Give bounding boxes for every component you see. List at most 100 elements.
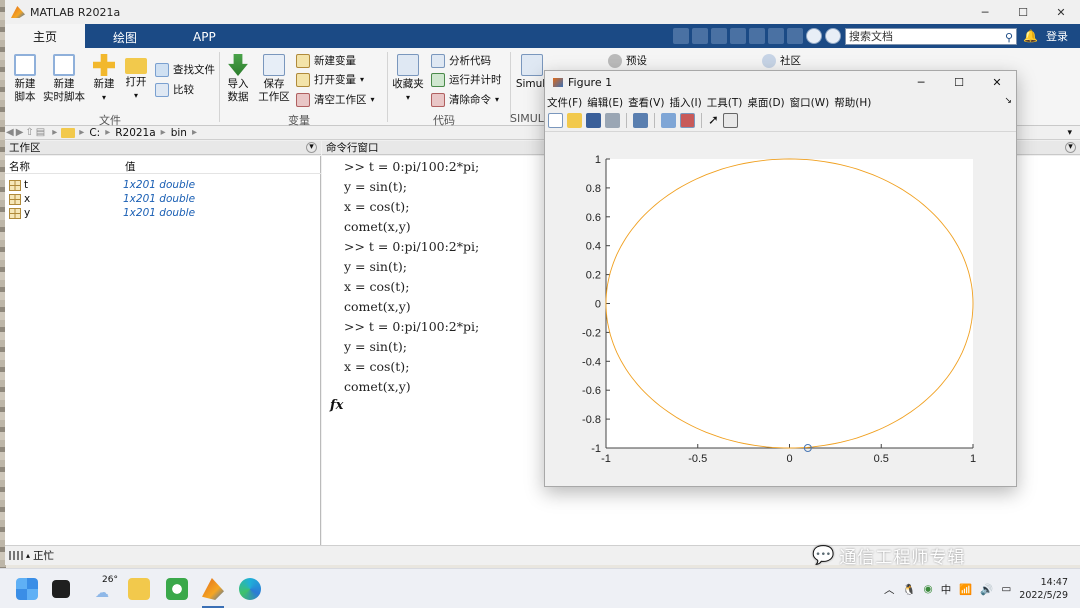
cut-icon[interactable]	[692, 28, 709, 44]
legend-icon[interactable]	[680, 113, 695, 128]
function-browser-icon[interactable]: fx	[330, 398, 343, 413]
close-button[interactable]: ✕	[1042, 0, 1080, 24]
panel-menu-icon[interactable]: ▾	[1065, 142, 1076, 153]
file-explorer-icon[interactable]	[128, 578, 150, 600]
undo-icon[interactable]	[749, 28, 766, 44]
property-editor-icon[interactable]	[722, 113, 738, 128]
task-view-icon[interactable]	[52, 580, 70, 598]
new-script-button[interactable]: 新建 脚本	[9, 54, 41, 104]
community-button[interactable]: 社区	[762, 53, 801, 68]
folder-icon	[61, 127, 76, 138]
simulink-icon	[521, 54, 543, 76]
forward-arrow-icon[interactable]: ▶	[16, 127, 24, 138]
colorbar-icon[interactable]	[661, 113, 676, 128]
save-workspace-button[interactable]: 保存 工作区	[257, 54, 291, 104]
clear-workspace-button[interactable]: 清空工作区 ▾	[296, 92, 375, 107]
compare-icon	[155, 82, 169, 97]
redo-icon[interactable]	[768, 28, 785, 44]
new-variable-button[interactable]: 新建变量	[296, 53, 356, 68]
browse-folder-icon[interactable]: ▤	[36, 127, 45, 138]
panel-menu-icon[interactable]: ▾	[306, 142, 317, 153]
open-file-icon[interactable]	[567, 113, 582, 128]
workspace-row[interactable]: t 1x201 double	[5, 178, 321, 192]
weather-widget[interactable]: 26° ☁	[88, 575, 118, 601]
command-line: y = sin(t);	[344, 339, 407, 354]
link-plot-icon[interactable]	[633, 113, 648, 128]
minimize-button[interactable]: ─	[966, 0, 1004, 24]
command-line: >> t = 0:pi/100:2*pi;	[344, 159, 480, 174]
menu-tools[interactable]: 工具(T)	[707, 95, 743, 110]
x-tick-label: -0.5	[688, 453, 707, 465]
security-app-icon[interactable]: ◉	[924, 583, 933, 595]
ime-indicator[interactable]: 中	[941, 582, 952, 597]
menu-view[interactable]: 查看(V)	[628, 95, 664, 110]
volume-icon[interactable]: 🔊	[980, 583, 993, 596]
menu-insert[interactable]: 插入(I)	[669, 95, 701, 110]
find-files-button[interactable]: 查找文件	[155, 62, 215, 77]
run-and-time-icon	[431, 72, 445, 87]
tab-apps[interactable]: APP	[165, 26, 244, 48]
command-line: x = cos(t);	[344, 359, 410, 374]
new-button[interactable]: 新建 ▾	[91, 54, 117, 104]
expand-icon[interactable]	[825, 28, 842, 44]
battery-icon[interactable]: ▭	[1001, 583, 1011, 595]
print-icon[interactable]	[605, 113, 620, 128]
figure-maximize-button[interactable]: ☐	[940, 71, 978, 93]
path-segment[interactable]: C:	[89, 127, 100, 139]
clock[interactable]: 14:47 2022/5/29	[1019, 576, 1068, 602]
favorites-button[interactable]: 收藏夹 ▾	[391, 54, 425, 104]
menu-desktop[interactable]: 桌面(D)	[747, 95, 784, 110]
save-icon[interactable]	[673, 28, 690, 44]
menu-edit[interactable]: 编辑(E)	[587, 95, 623, 110]
maximize-button[interactable]: ☐	[1004, 0, 1042, 24]
run-and-time-button[interactable]: 运行并计时	[431, 72, 502, 87]
workspace-row[interactable]: x 1x201 double	[5, 192, 321, 206]
ie-browser-icon[interactable]	[166, 578, 188, 600]
switch-windows-icon[interactable]	[787, 28, 804, 44]
compare-button[interactable]: 比较	[155, 82, 194, 97]
edge-browser-icon[interactable]	[239, 578, 261, 600]
show-hidden-icons-chevron-icon[interactable]: ︿	[884, 582, 895, 597]
dock-arrow-icon[interactable]: ↘	[1004, 96, 1012, 106]
notification-bell-icon[interactable]: 🔔	[1023, 29, 1038, 43]
command-history: >> t = 0:pi/100:2*pi; y = sin(t); x = co…	[344, 157, 479, 397]
column-value[interactable]: 值	[123, 159, 136, 174]
login-link[interactable]: 登录	[1046, 28, 1068, 44]
open-variable-button[interactable]: 打开变量 ▾	[296, 72, 364, 87]
search-docs-input[interactable]: 搜索文档 ⚲	[845, 27, 1018, 45]
wifi-icon[interactable]: 📶	[959, 583, 972, 596]
up-folder-icon[interactable]: ⇧	[25, 127, 33, 138]
new-live-script-button[interactable]: 新建 实时脚本	[41, 54, 87, 104]
figure-axes[interactable]: -1 -0.5 0 0.5 1 1 0.8 0.6 0.4 0.2 0 -0.2 -0.4 -0.6 -0.…	[545, 133, 1016, 486]
menu-window[interactable]: 窗口(W)	[790, 95, 830, 110]
matlab-taskbar-icon[interactable]	[202, 578, 224, 600]
path-segment[interactable]: R2021a	[115, 127, 155, 139]
open-button[interactable]: 打开 ▾	[123, 54, 149, 102]
tab-plots[interactable]: 绘图	[85, 26, 165, 48]
column-name[interactable]: 名称	[5, 159, 123, 174]
y-tick-label: 0	[595, 299, 601, 311]
preferences-button[interactable]: 预设	[608, 53, 647, 68]
new-figure-icon[interactable]	[548, 113, 563, 128]
menu-file[interactable]: 文件(F)	[547, 95, 582, 110]
figure-minimize-button[interactable]: ─	[902, 71, 940, 93]
clear-commands-button[interactable]: 清除命令 ▾	[431, 92, 499, 107]
cursor-icon[interactable]: ➚	[708, 113, 719, 128]
tab-home[interactable]: 主页	[5, 24, 86, 48]
copy-icon[interactable]	[711, 28, 728, 44]
import-data-button[interactable]: 导入 数据	[223, 54, 253, 104]
help-icon[interactable]	[806, 28, 823, 44]
path-dropdown-icon[interactable]: ▾	[1067, 128, 1072, 138]
start-windows-icon[interactable]	[16, 578, 38, 600]
command-line: comet(x,y)	[344, 379, 411, 394]
window-title: MATLAB R2021a	[30, 5, 121, 19]
workspace-row[interactable]: y 1x201 double	[5, 206, 321, 220]
save-icon[interactable]	[586, 113, 601, 128]
menu-help[interactable]: 帮助(H)	[834, 95, 871, 110]
qq-icon[interactable]: 🐧	[902, 583, 915, 596]
path-segment[interactable]: bin	[171, 127, 187, 139]
paste-icon[interactable]	[730, 28, 747, 44]
analyze-code-button[interactable]: 分析代码	[431, 53, 491, 68]
figure-close-button[interactable]: ✕	[978, 71, 1016, 93]
back-arrow-icon[interactable]: ◀	[6, 127, 14, 138]
